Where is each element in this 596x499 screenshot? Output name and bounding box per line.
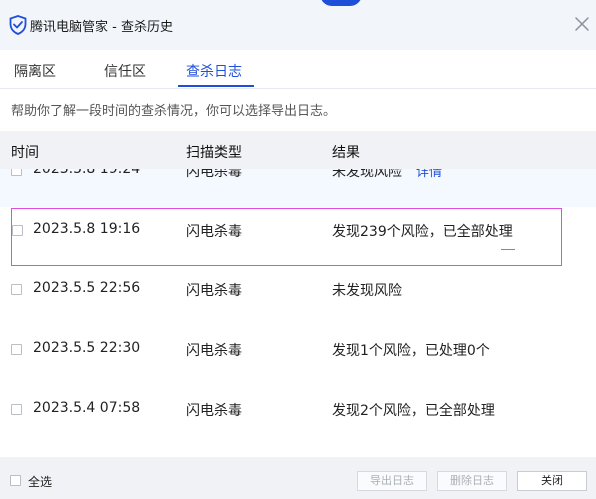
tab-scan-log[interactable]: 查杀日志 <box>186 61 242 81</box>
tab-trust-zone[interactable]: 信任区 <box>104 61 146 81</box>
active-tab-indicator <box>178 85 254 87</box>
column-header-time: 时间 <box>11 145 39 161</box>
row-checkbox[interactable] <box>11 284 22 295</box>
row-time: 2023.5.8 19:24 <box>33 169 141 177</box>
tab-bar: 隔离区 信任区 查杀日志 <box>0 50 596 89</box>
row-result: 发现1个风险，已处理0个 <box>332 343 490 359</box>
column-header-result: 结果 <box>332 145 360 161</box>
table-row[interactable]: 2023.5.4 07:58 闪电杀毒 发现2个风险，已全部处理 <box>0 388 596 446</box>
background-decoration <box>320 0 362 6</box>
row-scan-type: 闪电杀毒 <box>186 283 242 299</box>
row-time: 2023.5.5 22:30 <box>33 340 141 356</box>
row-details-link[interactable]: 详情 <box>416 169 442 180</box>
table-row[interactable]: 2023.5.5 22:30 闪电杀毒 发现1个风险，已处理0个 <box>0 328 596 386</box>
row-checkbox[interactable] <box>12 225 23 236</box>
row-time: 2023.5.8 19:16 <box>33 221 141 237</box>
row-scan-type: 闪电杀毒 <box>186 169 242 180</box>
row-scan-type: 闪电杀毒 <box>186 343 242 359</box>
title-bar: 腾讯电脑管家 - 查杀历史 <box>0 0 596 50</box>
close-icon[interactable] <box>574 16 590 32</box>
export-log-button[interactable]: 导出日志 <box>357 471 427 491</box>
row-time: 2023.5.5 22:56 <box>33 280 141 296</box>
link-underline <box>501 249 515 250</box>
tab-quarantine[interactable]: 隔离区 <box>14 61 56 81</box>
row-result: 未发现风险 <box>332 169 402 180</box>
column-header-scan-type: 扫描类型 <box>186 145 242 161</box>
row-result: 未发现风险 <box>332 283 402 299</box>
row-scan-type: 闪电杀毒 <box>186 224 242 240</box>
row-result: 发现239个风险，已全部处理 <box>332 224 513 240</box>
select-all-checkbox[interactable] <box>10 475 21 486</box>
table-row[interactable]: 2023.5.5 22:56 闪电杀毒 未发现风险 <box>0 268 596 326</box>
table-row[interactable]: 2023.5.8 19:16 闪电杀毒 发现239个风险，已全部处理 <box>11 208 562 266</box>
tencent-shield-icon <box>9 15 27 35</box>
window-title: 腾讯电脑管家 - 查杀历史 <box>30 20 173 35</box>
select-all-label[interactable]: 全选 <box>28 473 52 490</box>
row-checkbox[interactable] <box>11 344 22 355</box>
table-header: 时间 扫描类型 结果 <box>0 131 596 169</box>
delete-log-button[interactable]: 删除日志 <box>437 471 507 491</box>
close-button[interactable]: 关闭 <box>517 471 587 491</box>
footer-bar: 全选 导出日志 删除日志 关闭 <box>0 457 596 499</box>
row-result: 发现2个风险，已全部处理 <box>332 403 495 419</box>
row-scan-type: 闪电杀毒 <box>186 403 242 419</box>
row-time: 2023.5.4 07:58 <box>33 400 141 416</box>
row-checkbox[interactable] <box>11 169 22 176</box>
row-checkbox[interactable] <box>11 404 22 415</box>
table-row[interactable]: 2023.5.8 19:24 闪电杀毒 未发现风险 详情 <box>0 169 596 207</box>
hint-text: 帮助你了解一段时间的查杀情况，你可以选择导出日志。 <box>11 104 337 119</box>
scan-log-list[interactable]: 2023.5.8 19:24 闪电杀毒 未发现风险 详情 2023.5.8 19… <box>0 169 596 457</box>
